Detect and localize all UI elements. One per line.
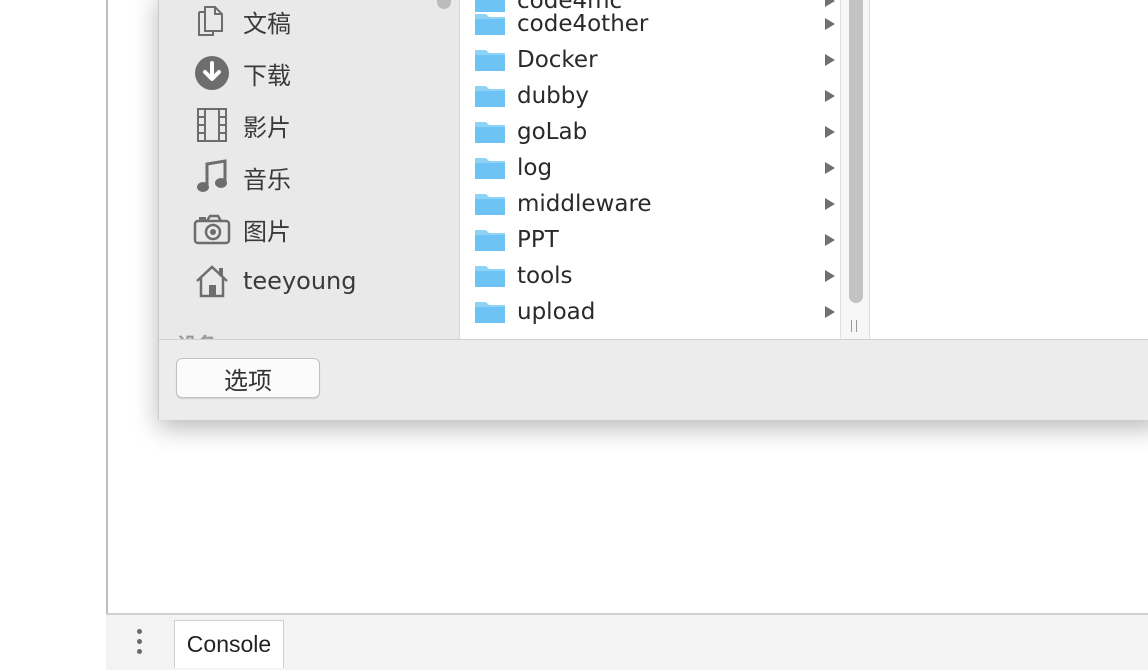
sidebar-item-label: 影片	[243, 113, 291, 142]
disclosure-arrow-icon	[824, 304, 836, 323]
sidebar-item-label: 文稿	[243, 9, 291, 38]
disclosure-arrow-icon	[824, 52, 836, 71]
sidebar-item-music[interactable]: 音乐	[193, 157, 443, 197]
folder-row[interactable]: tools	[460, 258, 840, 294]
folder-row[interactable]: goLab	[460, 114, 840, 150]
next-column-pane	[870, 0, 1148, 339]
folder-name: code4other	[517, 11, 649, 37]
sidebar-item-home[interactable]: teeyoung	[193, 261, 443, 301]
page-left-margin	[0, 0, 106, 670]
disclosure-arrow-icon	[824, 16, 836, 35]
disclosure-arrow-icon	[824, 88, 836, 107]
folder-name: tools	[517, 263, 573, 289]
sidebar: 文稿 下载 影片 音乐 图片 teeyoung	[159, 0, 460, 339]
column-scrollbar[interactable]	[840, 0, 870, 339]
music-note-icon	[193, 158, 231, 196]
dialog-footer: 选项	[159, 339, 1148, 420]
folder-row[interactable]: PPT	[460, 222, 840, 258]
folder-row[interactable]: Docker	[460, 42, 840, 78]
sidebar-item-label: teeyoung	[243, 267, 357, 295]
options-button[interactable]: 选项	[176, 358, 320, 398]
file-open-dialog: 文稿 下载 影片 音乐 图片 teeyoung code4mc code4oth…	[158, 0, 1148, 420]
sidebar-item-pictures[interactable]: 图片	[193, 209, 443, 249]
folder-row[interactable]: code4other	[460, 6, 840, 42]
folder-row[interactable]: upload	[460, 294, 840, 330]
folder-icon	[474, 154, 506, 184]
sidebar-item-label: 音乐	[243, 165, 291, 194]
sidebar-item-downloads[interactable]: 下载	[193, 53, 443, 93]
folder-name: log	[517, 155, 553, 181]
more-options-icon[interactable]	[134, 629, 144, 659]
folder-icon	[474, 190, 506, 220]
sidebar-section-devices: 设备	[177, 329, 217, 339]
column-resize-handle[interactable]	[851, 317, 861, 332]
devtools-drawer: Console	[106, 613, 1148, 670]
home-icon	[193, 262, 231, 300]
file-browser-column: code4mc code4other Docker dubby goLab lo…	[460, 0, 840, 339]
camera-icon	[193, 210, 231, 248]
download-icon	[193, 54, 231, 92]
film-icon	[193, 106, 231, 144]
disclosure-arrow-icon	[824, 232, 836, 251]
folder-name: upload	[517, 299, 596, 325]
folder-icon	[474, 118, 506, 148]
disclosure-arrow-icon	[824, 124, 836, 143]
tab-console[interactable]: Console	[174, 620, 284, 668]
folder-icon	[474, 262, 506, 292]
folder-name: Docker	[517, 47, 598, 73]
folder-icon	[474, 82, 506, 112]
disclosure-arrow-icon	[824, 160, 836, 179]
folder-icon	[474, 10, 506, 40]
folder-row[interactable]: dubby	[460, 78, 840, 114]
sidebar-item-label: 图片	[243, 217, 291, 246]
folder-name: middleware	[517, 191, 652, 217]
scrollbar-thumb[interactable]	[849, 0, 863, 303]
folder-name: goLab	[517, 119, 588, 145]
folder-row[interactable]: middleware	[460, 186, 840, 222]
disclosure-arrow-icon	[824, 196, 836, 215]
folder-name: PPT	[517, 227, 559, 253]
folder-row[interactable]: log	[460, 150, 840, 186]
document-icon	[193, 2, 231, 40]
folder-icon	[474, 46, 506, 76]
folder-icon	[474, 298, 506, 328]
folder-name: dubby	[517, 83, 589, 109]
disclosure-arrow-icon	[824, 268, 836, 287]
sidebar-item-movies[interactable]: 影片	[193, 105, 443, 145]
sidebar-item-documents[interactable]: 文稿	[193, 1, 443, 41]
sidebar-item-label: 下载	[243, 61, 291, 90]
folder-icon	[474, 226, 506, 256]
